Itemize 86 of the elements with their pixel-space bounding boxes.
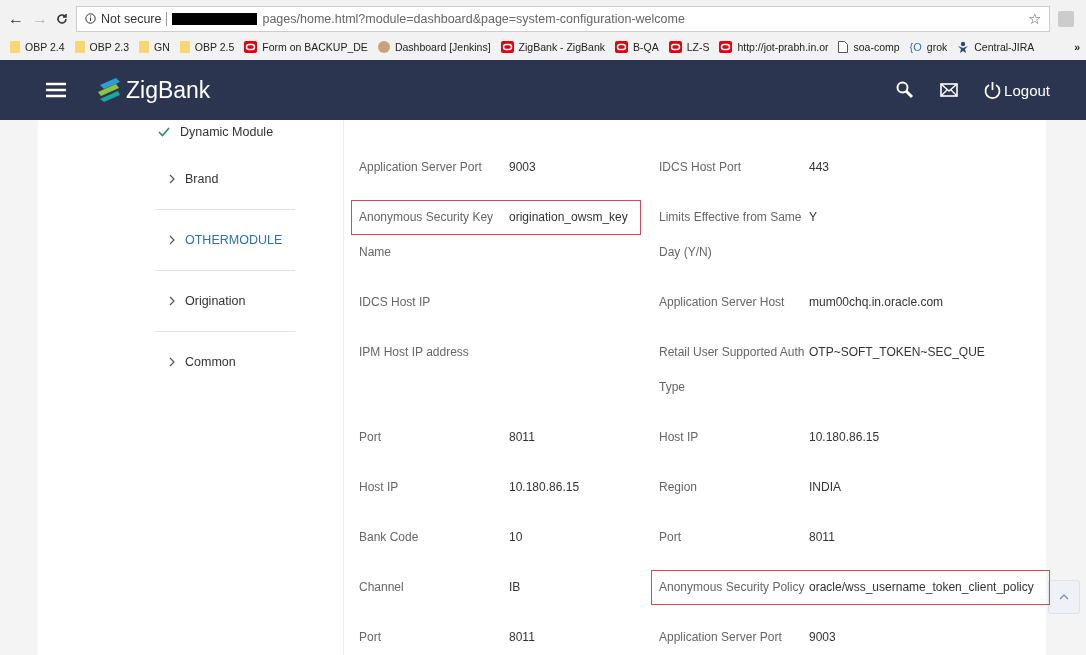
logout-button[interactable]: Logout [984, 81, 1050, 99]
security-label: Not secure [101, 11, 162, 26]
sidebar-item[interactable]: OTHERMODULE [155, 233, 283, 247]
bookmark[interactable]: LZ-S [668, 41, 710, 53]
url-text: pages/home.html?module=dashboard&page=system-configuration-welcome [262, 11, 686, 26]
bookmark[interactable]: OBP 2.4 [10, 41, 65, 53]
chevron-right-icon [169, 296, 175, 306]
field-label: Channel [359, 579, 405, 596]
field-value: 443 [809, 159, 830, 176]
bookmark[interactable]: OBP 2.3 [74, 41, 129, 53]
info-icon [85, 13, 96, 24]
field-label: IPM Host IP address [359, 344, 470, 361]
bookmark[interactable]: Form on BACKUP_DE [244, 41, 368, 53]
chevron-right-icon [169, 357, 175, 367]
field-label: Region [659, 479, 699, 496]
bookmark-star-button[interactable]: ☆ [1028, 9, 1041, 28]
field-label: Anonymous Security Policy [659, 579, 806, 596]
logo-icon [615, 41, 628, 53]
chevron-right-icon [169, 174, 175, 184]
chevron-right-icon [169, 235, 175, 245]
field-label: IDCS Host Port [659, 159, 743, 176]
field-label: Host IP [359, 479, 400, 496]
field-label: Retail User Supported Auth Type [659, 344, 806, 396]
address-bar[interactable]: Not secure pages/home.html?module=dashboard&page=system-configuration-welcome ☆ [76, 5, 1050, 32]
field-value: origination_owsm_key [509, 209, 628, 226]
logo-icon [244, 41, 258, 53]
sidebar-item[interactable]: Brand [155, 172, 219, 186]
bookmark[interactable]: Dashboard [Jenkins] [377, 41, 491, 53]
bookmark[interactable]: http://jot-prabh.in.or [719, 41, 829, 53]
brace-icon: {O [909, 41, 922, 53]
logo-icon [719, 41, 733, 53]
bookmark[interactable]: ZigBank - ZigBank [500, 41, 605, 53]
field-label: Port [359, 629, 382, 646]
document-icon [838, 41, 849, 53]
field-value: 8011 [509, 629, 535, 646]
back-button[interactable]: ← [8, 9, 24, 28]
field-label: Application Server Port [359, 159, 483, 176]
folder-icon [139, 41, 149, 53]
field-value: 8011 [509, 429, 535, 446]
bookmark[interactable]: {O grok [909, 41, 948, 53]
scroll-to-top-button[interactable] [1048, 580, 1080, 614]
folder-icon [10, 41, 20, 53]
chevron-up-icon [1059, 594, 1069, 600]
field-value: INDIA [809, 479, 841, 496]
field-value: 10.180.86.15 [809, 429, 880, 446]
folder-icon [179, 41, 190, 53]
bookmark[interactable]: soa-comp [838, 41, 900, 53]
folder-icon [74, 41, 85, 53]
logo-icon [668, 41, 682, 53]
avatar-icon [377, 41, 390, 53]
field-label: Application Server Host [659, 294, 786, 311]
field-label: Host IP [659, 429, 700, 446]
field-value: Y [809, 209, 817, 226]
brand-name: ZigBank [126, 76, 211, 104]
sidebar-item[interactable]: Common [155, 355, 236, 369]
reload-icon[interactable] [56, 12, 68, 25]
field-label: Application Server Port [659, 629, 783, 646]
field-value: IB [509, 579, 521, 596]
bookmark[interactable]: GN [139, 41, 170, 53]
field-value: 9003 [809, 629, 836, 646]
figure-icon [957, 41, 970, 53]
more-bookmarks-button[interactable]: » [1074, 41, 1080, 53]
field-label: Anonymous Security Key Name [359, 209, 495, 261]
field-value: 8011 [809, 529, 835, 546]
field-value: 10 [509, 529, 523, 546]
field-label: Limits Effective from Same Day (Y/N) [659, 209, 803, 261]
field-value: 9003 [509, 159, 536, 176]
field-value: OTP~SOFT_TOKEN~SEC_QUE [809, 344, 985, 361]
menu-icon[interactable] [46, 82, 66, 98]
search-icon[interactable] [896, 81, 915, 99]
mail-icon[interactable] [940, 83, 959, 97]
power-icon [984, 81, 1002, 99]
field-label: Port [659, 529, 682, 546]
field-value: oracle/wss_username_token_client_policy [809, 579, 1034, 596]
check-icon [158, 127, 170, 137]
bookmark[interactable]: B-QA [615, 41, 659, 53]
field-value: mum00chq.in.oracle.com [809, 294, 944, 311]
bookmark[interactable]: OBP 2.5 [179, 41, 235, 53]
logo-icon [500, 41, 514, 53]
sidebar-item[interactable]: Dynamic Module [155, 125, 274, 139]
field-label: Bank Code [359, 529, 420, 546]
field-value: 10.180.86.15 [509, 479, 580, 496]
field-label: Port [359, 429, 382, 446]
sidebar-item[interactable]: Origination [155, 294, 246, 308]
field-label: IDCS Host IP [359, 294, 432, 311]
bookmark[interactable]: Central-JIRA [957, 41, 1035, 53]
